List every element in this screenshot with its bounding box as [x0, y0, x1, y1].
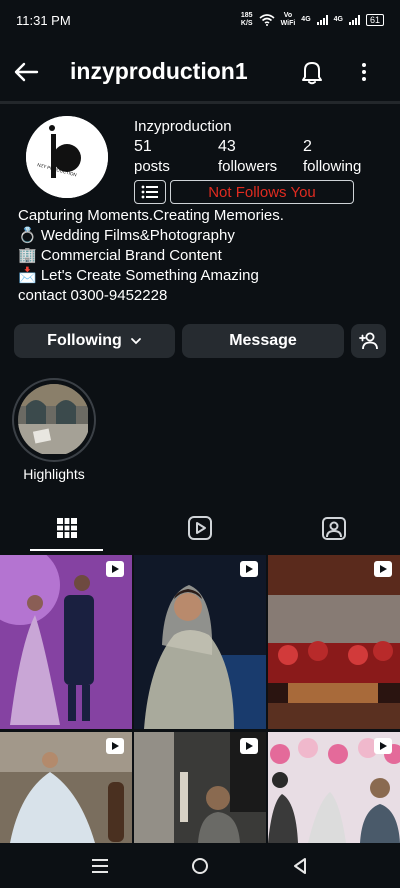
home-circle-icon	[192, 858, 208, 874]
bio-line: Capturing Moments.Creating Memories.	[18, 207, 284, 224]
following-label: following	[303, 158, 362, 175]
battery-icon: 61	[365, 14, 384, 26]
reel-badge-icon	[106, 738, 124, 754]
net-type-1: 4G	[301, 16, 310, 24]
profile-avatar[interactable]: NZY PRODUCTION	[26, 116, 108, 198]
message-button-label: Message	[229, 332, 297, 349]
tab-reels[interactable]	[133, 505, 266, 551]
reel-badge-icon	[106, 561, 124, 577]
back-triangle-icon	[294, 858, 306, 874]
add-person-icon	[358, 332, 378, 350]
highlight-label: Highlights	[23, 466, 85, 482]
follow-status-text: Not Follows You	[208, 183, 316, 201]
back-button[interactable]	[10, 56, 42, 88]
tab-tagged[interactable]	[267, 505, 400, 551]
net-speed-indicator: 185 K/S	[241, 12, 253, 28]
reel-badge-icon	[240, 561, 258, 577]
status-icons: 185 K/S Vo WiFi 4G 4G 61	[241, 12, 384, 28]
reel-badge-icon	[374, 738, 392, 754]
net-type-1-label: 4G	[301, 16, 311, 23]
grid-post[interactable]	[0, 555, 132, 729]
post-thumbnail	[268, 555, 400, 729]
active-tab-indicator	[30, 549, 103, 551]
message-button[interactable]: Message	[182, 324, 344, 358]
following-stat[interactable]: 2 following	[303, 137, 361, 177]
volte-top: Vo	[283, 12, 293, 19]
recent-apps-button[interactable]	[80, 851, 120, 881]
posts-label: posts	[134, 158, 170, 175]
post-thumbnail	[0, 555, 132, 729]
grid-post[interactable]	[134, 732, 266, 843]
back-arrow-icon	[14, 62, 39, 82]
profile-header: inzyproduction1	[0, 48, 400, 94]
bio-line: contact 0300-9452228	[18, 287, 168, 304]
reel-badge-icon	[374, 561, 392, 577]
net-type-2-label: 4G	[333, 16, 343, 23]
net-speed-value: 185	[240, 12, 253, 19]
followers-count: 43	[218, 138, 236, 155]
bio: Capturing Moments.Creating Memories. 💍 W…	[18, 206, 388, 306]
brand-logo-icon: NZY PRODUCTION	[26, 116, 108, 198]
highlight-cover	[18, 384, 90, 456]
grid-post[interactable]	[0, 732, 132, 843]
follow-status-badge: Not Follows You	[170, 180, 354, 204]
more-options-button[interactable]	[350, 56, 378, 88]
home-button[interactable]	[180, 851, 220, 881]
signal-icon-1	[316, 15, 328, 25]
story-highlight[interactable]: Highlights	[12, 378, 96, 482]
volte-indicator: Vo WiFi	[281, 12, 296, 28]
header-divider	[0, 101, 400, 104]
net-speed-unit: K/S	[240, 20, 253, 27]
reel-badge-icon	[240, 738, 258, 754]
reels-icon	[187, 516, 212, 540]
followers-stat[interactable]: 43 followers	[218, 137, 277, 177]
post-thumbnail	[134, 555, 266, 729]
followers-label: followers	[218, 158, 278, 175]
posts-count: 51	[134, 138, 152, 155]
bio-line: 💍 Wedding Films&Photography	[18, 227, 235, 244]
display-name: Inzyproduction	[134, 118, 232, 135]
grid-post[interactable]	[268, 555, 400, 729]
system-nav-bar	[0, 843, 400, 888]
following-button-label: Following	[47, 332, 122, 349]
back-nav-button[interactable]	[280, 851, 320, 881]
bio-line: 📩 Let's Create Something Amazing	[18, 267, 259, 284]
profile-tabs	[0, 505, 400, 551]
highlight-cover-image	[18, 384, 88, 454]
profile-username: inzyproduction1	[70, 58, 248, 84]
highlight-ring	[12, 378, 96, 462]
signal-icon-2	[348, 15, 360, 25]
status-time: 11:31 PM	[16, 12, 71, 28]
grid-post[interactable]	[134, 555, 266, 729]
notifications-button[interactable]	[296, 56, 328, 88]
following-button[interactable]: Following	[14, 324, 175, 358]
tab-posts-grid[interactable]	[0, 505, 133, 551]
wifi-icon	[259, 14, 275, 26]
menu-lines-icon	[92, 859, 108, 873]
bio-line: 🏢 Commercial Brand Content	[18, 247, 222, 264]
tagged-icon	[321, 517, 346, 540]
suggested-users-button[interactable]	[351, 324, 386, 358]
status-bar: 11:31 PM 185 K/S Vo WiFi 4G 4G 61	[0, 0, 400, 40]
bell-icon	[302, 62, 322, 85]
posts-stat[interactable]: 51 posts	[134, 137, 170, 177]
more-vertical-icon	[362, 63, 366, 81]
grid-post[interactable]	[268, 732, 400, 843]
list-menu-button[interactable]	[134, 180, 166, 204]
chevron-down-icon	[130, 338, 141, 345]
net-type-2: 4G	[334, 16, 343, 24]
following-count: 2	[303, 138, 312, 155]
grid-icon	[56, 518, 77, 538]
volte-bottom: WiFi	[280, 20, 296, 27]
list-icon	[141, 185, 158, 199]
